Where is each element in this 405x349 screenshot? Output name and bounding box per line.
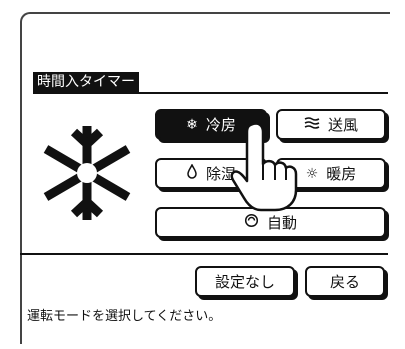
bottom-divider xyxy=(20,253,388,255)
droplet-icon xyxy=(186,163,198,183)
screen-title: 時間入タイマー xyxy=(33,72,139,92)
title-divider xyxy=(33,92,388,94)
mode-fan-label: 送風 xyxy=(327,116,358,134)
status-message: 運転モードを選択してください。 xyxy=(27,309,222,324)
snowflake-icon: ❄ xyxy=(186,116,198,133)
back-button[interactable]: 戻る xyxy=(305,266,385,297)
large-snowflake-icon xyxy=(43,126,131,220)
no-setting-button[interactable]: 設定なし xyxy=(195,266,295,297)
auto-icon xyxy=(244,213,259,232)
mode-auto-label: 自動 xyxy=(266,214,297,232)
mode-heat-label: 暖房 xyxy=(326,165,357,183)
pointing-hand-icon xyxy=(230,122,298,212)
